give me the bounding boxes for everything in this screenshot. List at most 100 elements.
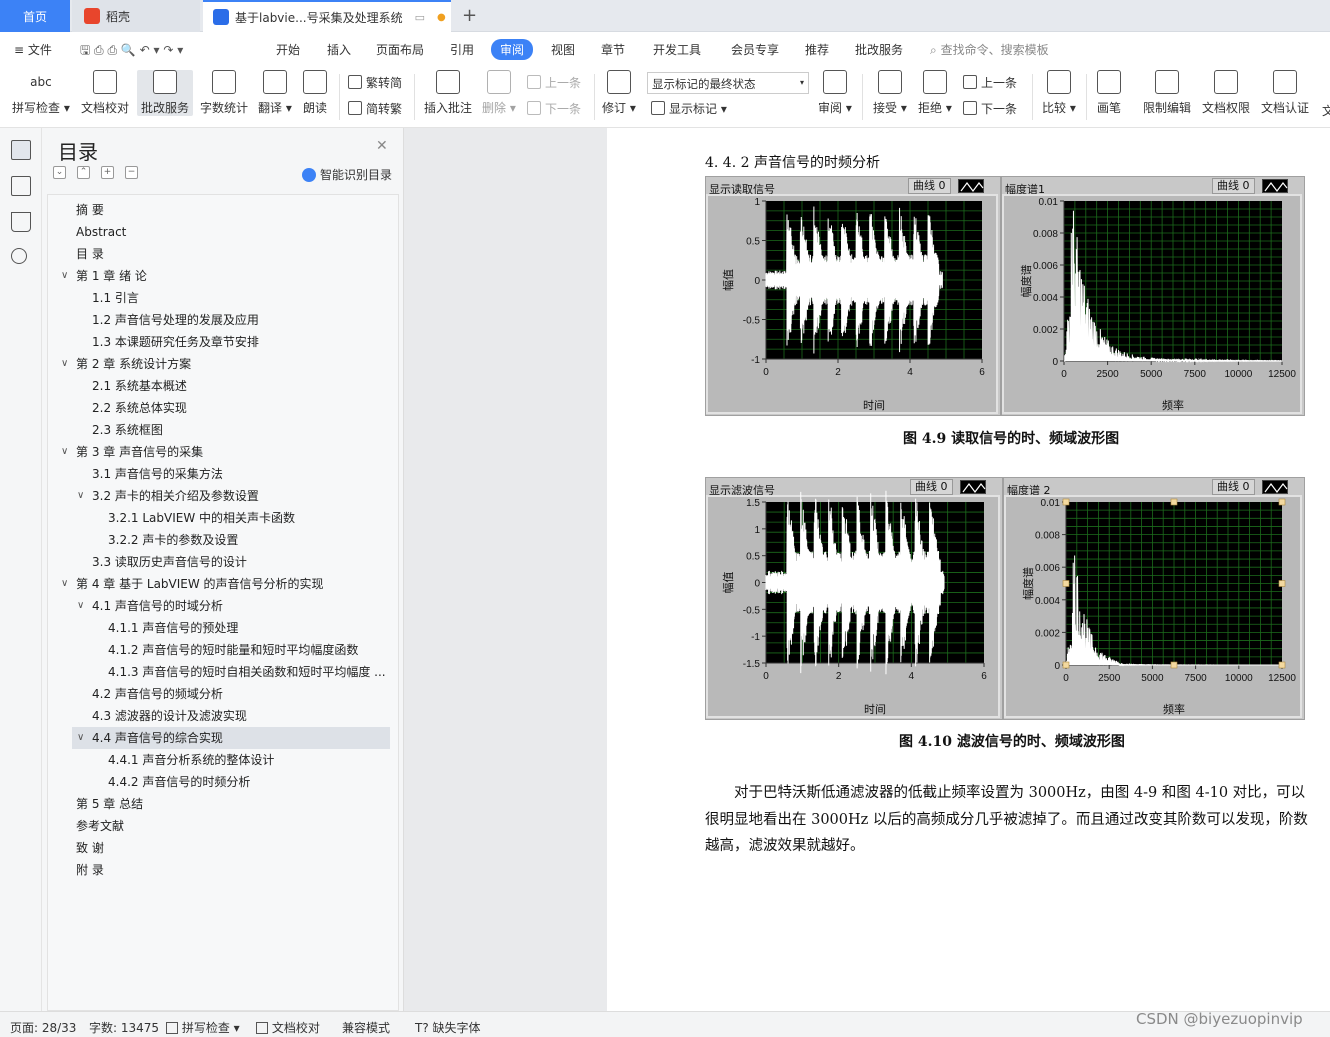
prev-comment-button[interactable]: 上一条 (527, 74, 581, 91)
menu-view[interactable]: 视图 (551, 41, 575, 58)
search-icon[interactable] (11, 248, 27, 264)
accept-button[interactable]: 接受 ▾ (873, 70, 907, 116)
toc-item[interactable]: ∨ 4.4 声音信号的综合实现 (77, 727, 223, 749)
toc-item[interactable]: 目 录 (76, 243, 104, 265)
tab-daoke[interactable]: 稻壳 (72, 0, 200, 32)
word-count-button[interactable]: 字数统计 (200, 70, 248, 116)
page-indicator[interactable]: 页面: 28/33 (10, 1019, 76, 1036)
menu-review[interactable]: 审阅 (491, 39, 534, 60)
close-icon[interactable]: ✕ (376, 138, 388, 154)
resize-handle[interactable] (1062, 498, 1070, 506)
compare-button[interactable]: 比较 ▾ (1042, 70, 1076, 116)
window-icon[interactable]: ▭ (415, 11, 425, 24)
toc-item[interactable]: 2.2 系统总体实现 (92, 397, 187, 419)
delete-comment-button[interactable]: 删除 ▾ (482, 70, 516, 116)
more-ribbon-button[interactable]: 文 (1322, 102, 1330, 119)
toc-item[interactable]: ∨ 3.2 声卡的相关介绍及参数设置 (77, 485, 259, 507)
menu-recommend[interactable]: 推荐 (805, 41, 829, 58)
toc-item[interactable]: 3.2.1 LabVIEW 中的相关声卡函数 (108, 507, 295, 529)
menu-references[interactable]: 引用 (450, 41, 474, 58)
expand-up-icon[interactable]: ⌃ (77, 166, 90, 179)
toc-item[interactable]: 1.3 本课题研究任务及章节安排 (92, 331, 259, 353)
resize-handle[interactable] (1278, 661, 1286, 669)
toc-item[interactable]: ∨ 4.1 声音信号的时域分析 (77, 595, 223, 617)
read-aloud-button[interactable]: 朗读 (303, 70, 327, 116)
menu-review-service[interactable]: 批改服务 (855, 41, 903, 58)
resize-handle[interactable] (1170, 661, 1178, 669)
missing-font-button[interactable]: T? 缺失字体 (415, 1019, 481, 1036)
collapse-all-icon[interactable]: ⌄ (53, 166, 66, 179)
file-menu[interactable]: ≡ 文件 (14, 41, 52, 58)
reject-button[interactable]: 拒绝 ▾ (918, 70, 952, 116)
menu-page-layout[interactable]: 页面布局 (376, 41, 424, 58)
toc-item[interactable]: ∨ 第 1 章 绪 论 (61, 265, 147, 287)
chevron-down-icon[interactable]: ∨ (77, 595, 84, 617)
next-comment-button[interactable]: 下一条 (527, 100, 581, 117)
spell-check-button[interactable]: abc 拼写检查 ▾ (12, 70, 70, 116)
insert-comment-button[interactable]: 插入批注 (424, 70, 472, 116)
toc-item[interactable]: ∨ 第 2 章 系统设计方案 (61, 353, 191, 375)
toc-item[interactable]: ∨ 第 3 章 声音信号的采集 (61, 441, 203, 463)
toc-item[interactable]: 4.1.1 声音信号的预处理 (108, 617, 238, 639)
resize-handle[interactable] (1170, 498, 1178, 506)
menu-dev-tools[interactable]: 开发工具 (653, 41, 701, 58)
resize-handle[interactable] (1062, 580, 1070, 587)
toc-item[interactable]: 4.1.2 声音信号的短时能量和短时平均幅度函数 (108, 639, 358, 661)
toc-item[interactable]: 4.4.2 声音信号的时频分析 (108, 771, 250, 793)
chevron-down-icon[interactable]: ∨ (61, 573, 68, 595)
chevron-down-icon[interactable]: ∨ (61, 441, 68, 463)
quick-access-toolbar[interactable]: 🖫 ⎙ ⎙ 🔍 ↶ ▾ ↷ ▾ (80, 41, 183, 62)
toc-item[interactable]: 第 5 章 总结 (76, 793, 143, 815)
doc-rights-button[interactable]: 文档权限 (1202, 70, 1250, 116)
next-change-button[interactable]: 下一条 (963, 100, 1017, 117)
chevron-down-icon[interactable]: ∨ (61, 353, 68, 375)
show-markup-button[interactable]: 显示标记 ▾ (651, 100, 727, 117)
revise-button[interactable]: 修订 ▾ (602, 70, 636, 116)
markup-mode-select[interactable]: 显示标记的最终状态 ▾ (647, 72, 809, 94)
tab-document[interactable]: 基于labvie...号采集及处理系统 ▭ ● (203, 0, 451, 32)
to-traditional-button[interactable]: 繁转简 (348, 74, 402, 91)
toc-item[interactable]: 1.1 引言 (92, 287, 139, 309)
toc-panel-icon[interactable] (11, 140, 31, 160)
review-pane-button[interactable]: 审阅 ▾ (818, 70, 852, 116)
bookmark-icon[interactable] (11, 212, 31, 232)
spell-check-status[interactable]: 拼写检查 ▾ (166, 1019, 240, 1036)
chevron-down-icon[interactable]: ∨ (61, 265, 68, 287)
toc-item[interactable]: 3.1 声音信号的采集方法 (92, 463, 223, 485)
menu-section[interactable]: 章节 (601, 41, 625, 58)
pen-button[interactable]: 画笔 (1097, 70, 1121, 116)
toc-item[interactable]: 4.1.3 声音信号的短时自相关函数和短时平均幅度 ... (108, 661, 386, 683)
command-search[interactable]: ⌕ 查找命令、搜索模板 (930, 41, 1049, 58)
toc-item[interactable]: Abstract (76, 221, 126, 243)
resize-handle[interactable] (1278, 580, 1286, 587)
toc-item[interactable]: ∨ 第 4 章 基于 LabVIEW 的声音信号分析的实现 (61, 573, 324, 595)
doc-cert-button[interactable]: 文档认证 (1261, 70, 1309, 116)
add-heading-icon[interactable]: + (101, 166, 114, 179)
toc-item[interactable]: 2.3 系统框图 (92, 419, 163, 441)
toc-item[interactable]: 3.2.2 声卡的参数及设置 (108, 529, 238, 551)
proofread-button[interactable]: 文档校对 (81, 70, 129, 116)
toc-item[interactable]: 1.2 声音信号处理的发展及应用 (92, 309, 259, 331)
chevron-down-icon[interactable]: ∨ (77, 727, 84, 749)
smart-toc-button[interactable]: 智能识别目录 (302, 166, 392, 183)
compat-mode-indicator[interactable]: 兼容模式 (342, 1019, 390, 1036)
toc-item[interactable]: 2.1 系统基本概述 (92, 375, 187, 397)
translate-button[interactable]: 翻译 ▾ (258, 70, 292, 116)
tab-home[interactable]: 首页 (0, 0, 70, 32)
toc-item[interactable]: 3.3 读取历史声音信号的设计 (92, 551, 247, 573)
new-tab-plus-icon[interactable]: + (462, 5, 477, 26)
menu-member[interactable]: 会员专享 (731, 41, 779, 58)
toc-item[interactable]: 4.2 声音信号的频域分析 (92, 683, 223, 705)
toc-item[interactable]: 致 谢 (76, 837, 104, 859)
toc-item[interactable]: 摘 要 (76, 199, 104, 221)
resize-handle[interactable] (1278, 498, 1286, 506)
word-count-indicator[interactable]: 字数: 13475 (89, 1019, 159, 1036)
chevron-down-icon[interactable]: ∨ (77, 485, 84, 507)
review-service-button[interactable]: 批改服务 (137, 70, 194, 116)
toc-item[interactable]: 附 录 (76, 859, 104, 881)
to-simplified-button[interactable]: 简转繁 (348, 100, 402, 117)
toc-item[interactable]: 参考文献 (76, 815, 124, 837)
toc-item[interactable]: 4.3 滤波器的设计及滤波实现 (92, 705, 247, 727)
toc-item[interactable]: 4.4.1 声音分析系统的整体设计 (108, 749, 274, 771)
navigation-icon[interactable] (11, 176, 31, 196)
